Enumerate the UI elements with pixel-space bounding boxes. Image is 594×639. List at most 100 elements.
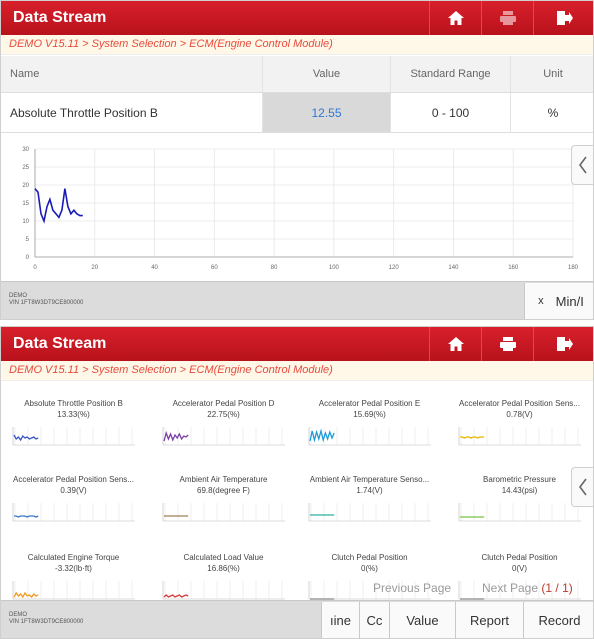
- svg-text:·: ·: [54, 447, 55, 451]
- svg-text:·: ·: [217, 523, 218, 527]
- x-tick-label: 80: [271, 265, 278, 271]
- home-button[interactable]: [429, 327, 481, 361]
- data-stream-tile[interactable]: Ambient Air Temperature Senso... 1.74(V) ·…: [297, 475, 442, 553]
- tile-name: Accelerator Pedal Position Sens...: [459, 399, 580, 408]
- tile-name: Accelerator Pedal Position Sens...: [13, 475, 134, 484]
- tile-value: 0.78(V): [506, 410, 533, 419]
- series-line: [34, 188, 83, 224]
- svg-text:·: ·: [500, 523, 501, 527]
- exit-icon: [556, 337, 573, 351]
- exit-icon: [556, 11, 573, 25]
- side-panel-toggle[interactable]: [571, 467, 593, 507]
- next-page-link[interactable]: Next Page (1 / 1): [482, 581, 573, 595]
- print-button[interactable]: [481, 327, 533, 361]
- side-panel-toggle[interactable]: [571, 145, 593, 185]
- svg-text:·: ·: [204, 447, 205, 451]
- svg-text:·: ·: [165, 447, 166, 451]
- record-button[interactable]: Record: [523, 602, 593, 638]
- svg-text:·: ·: [513, 447, 514, 451]
- tile-name: Clutch Pedal Position: [481, 553, 558, 562]
- line-chart: 0 20 40 60 80 100 120 140 160 180 30 25 20 15 10 5 0: [22, 147, 579, 271]
- x-tick-label: 180: [568, 265, 579, 271]
- data-stream-tile[interactable]: Absolute Throttle Position B 13.33(%) · · · ·…: [1, 399, 146, 477]
- x-tick-label: 60: [211, 265, 218, 271]
- previous-page-link[interactable]: Previous Page: [373, 581, 451, 595]
- page-indicator: (1 / 1): [541, 581, 573, 595]
- svg-text:·: ·: [578, 447, 579, 451]
- x-tick-label: 140: [448, 265, 459, 271]
- svg-text:·: ·: [500, 447, 501, 451]
- data-stream-tile[interactable]: Accelerator Pedal Position D 22.75(%) · · · ·…: [151, 399, 296, 477]
- print-icon: [499, 337, 516, 351]
- column-name: Name: [1, 56, 263, 92]
- svg-text:·: ·: [513, 523, 514, 527]
- y-tick-label: 30: [22, 147, 29, 153]
- svg-text:·: ·: [93, 447, 94, 451]
- svg-text:·: ·: [41, 523, 42, 527]
- svg-text:·: ·: [552, 523, 553, 527]
- svg-text:·: ·: [230, 447, 231, 451]
- x-tick-label: 100: [329, 265, 340, 271]
- next-page-label: Next Page: [482, 581, 539, 595]
- data-stream-screen-single: Data Stream DEMO V15.11 > System Selecti…: [0, 0, 594, 320]
- svg-text:·: ·: [217, 447, 218, 451]
- title-bar: Data Stream: [1, 327, 593, 361]
- home-button[interactable]: [429, 1, 481, 35]
- svg-text:·: ·: [243, 523, 244, 527]
- value-button[interactable]: Value: [389, 602, 455, 638]
- home-icon: [447, 337, 464, 351]
- tile-value: 0.39(V): [60, 486, 87, 495]
- engine-button[interactable]: ıine: [321, 602, 359, 638]
- svg-text:·: ·: [402, 447, 403, 451]
- mini-chart: · · · · · · · · · ·: [458, 427, 581, 451]
- svg-text:·: ·: [428, 523, 429, 527]
- column-unit: Unit: [543, 68, 563, 80]
- data-stream-tile[interactable]: Ambient Air Temperature 69.8(degree F) · · ·…: [151, 475, 296, 553]
- exit-button[interactable]: [533, 1, 593, 35]
- report-button[interactable]: Report: [455, 602, 523, 638]
- vin-label: VIN 1FT8W3DT9CE800000: [9, 300, 84, 306]
- print-button[interactable]: [481, 1, 533, 35]
- tile-value: 0(%): [361, 564, 378, 573]
- tile-value: -3.32(lb·ft): [55, 564, 92, 573]
- svg-text:·: ·: [230, 523, 231, 527]
- svg-text:·: ·: [376, 523, 377, 527]
- row-unit: %: [547, 105, 559, 120]
- min-max-button[interactable]: x Min/I: [524, 283, 593, 319]
- svg-text:·: ·: [389, 447, 390, 451]
- svg-text:·: ·: [474, 447, 475, 451]
- data-stream-tile[interactable]: Accelerator Pedal Position Sens... 0.78(V…: [447, 399, 592, 477]
- table-row[interactable]: Absolute Throttle Position B 12.55 0 - 1…: [1, 93, 593, 133]
- x-tick-label: 160: [508, 265, 519, 271]
- svg-text:·: ·: [539, 447, 540, 451]
- svg-text:·: ·: [487, 447, 488, 451]
- y-tick-label: 5: [26, 237, 30, 243]
- tile-name: Clutch Pedal Position: [331, 553, 408, 562]
- data-stream-tile[interactable]: Accelerator Pedal Position Sens... 0.39(V…: [1, 475, 146, 553]
- tile-value: 16.86(%): [207, 564, 240, 573]
- svg-text:·: ·: [191, 447, 192, 451]
- svg-text:·: ·: [132, 447, 133, 451]
- row-value: 12.55: [263, 93, 391, 132]
- column-value: Value: [263, 56, 391, 92]
- cc-button[interactable]: Cc: [359, 602, 389, 638]
- tile-name: Accelerator Pedal Position E: [318, 399, 421, 408]
- mini-chart: · · · · · · · · · ·: [162, 427, 285, 451]
- tile-name: Calculated Load Value: [183, 553, 264, 562]
- svg-text:·: ·: [428, 447, 429, 451]
- svg-text:·: ·: [363, 523, 364, 527]
- vehicle-info: DEMO VIN 1FT8W3DT9CE800000: [9, 612, 83, 626]
- svg-text:·: ·: [552, 447, 553, 451]
- bottom-bar: DEMO VIN 1FT8W3DT9CE800000 x Min/I: [1, 281, 593, 319]
- svg-text:·: ·: [402, 523, 403, 527]
- svg-text:·: ·: [415, 447, 416, 451]
- mini-chart: · · · · · · · · · ·: [308, 427, 431, 451]
- tile-name: Accelerator Pedal Position D: [172, 399, 275, 408]
- page-title: Data Stream: [13, 335, 107, 352]
- data-stream-tile[interactable]: Accelerator Pedal Position E 15.69(%) · · · ·…: [297, 399, 442, 477]
- mini-chart: · · · · · · · · · ·: [458, 503, 581, 527]
- breadcrumb: DEMO V15.11 > System Selection > ECM(Eng…: [1, 35, 593, 55]
- exit-button[interactable]: [533, 327, 593, 361]
- mini-chart: · · · · · · · · · ·: [308, 503, 431, 527]
- svg-text:·: ·: [28, 523, 29, 527]
